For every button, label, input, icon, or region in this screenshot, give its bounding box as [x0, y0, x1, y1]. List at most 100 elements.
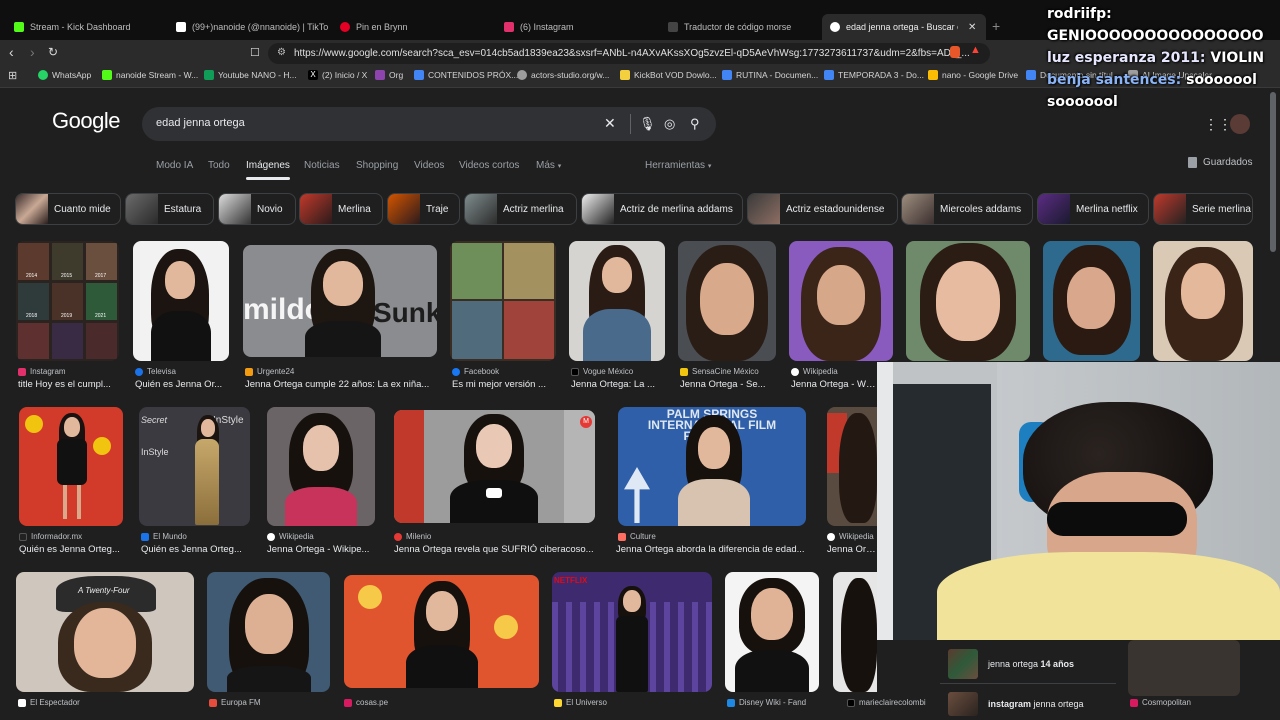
result-image-wikipedia[interactable] [267, 407, 375, 526]
result-image-milenio[interactable]: M [394, 410, 595, 523]
chip-novio[interactable]: Novio [218, 193, 296, 225]
apps-grid-icon[interactable]: ⋮⋮ [1204, 116, 1232, 133]
chip-actriz-merlina[interactable]: Actriz merlina [464, 193, 577, 225]
chip-merlina[interactable]: Merlina [299, 193, 383, 225]
chip-miercoles-addams[interactable]: Miercoles addams [901, 193, 1033, 225]
search-input[interactable]: edad jenna ortega [156, 117, 245, 129]
tab-imagenes[interactable]: Imágenes [246, 160, 290, 180]
back-icon[interactable]: ‹ [9, 44, 14, 60]
tab-google-search[interactable]: edad jenna ortega - Buscar con ✕ [822, 14, 986, 40]
related-image[interactable] [1128, 640, 1240, 696]
rewards-icon[interactable]: ▲ [970, 44, 981, 56]
result-image-marieclaire[interactable] [833, 572, 877, 692]
bookmark-whatsapp[interactable]: WhatsApp [38, 70, 91, 80]
reload-icon[interactable]: ↻ [48, 45, 58, 59]
related-search-item[interactable]: jenna ortega 14 años [940, 644, 1116, 684]
site-info-icon[interactable]: ⚙ [277, 47, 286, 58]
bookmark-kick[interactable]: nanoide Stream - W... [102, 70, 198, 80]
avatar[interactable] [1230, 114, 1250, 134]
bookmark-youtube[interactable]: Youtube NANO - H... [204, 70, 297, 80]
result-image-partial[interactable] [827, 407, 877, 526]
scrollbar[interactable] [1270, 92, 1276, 252]
related-search-item[interactable]: instagram jenna ortega [940, 688, 1116, 720]
result-image-closeup[interactable] [678, 241, 776, 361]
result-title[interactable]: Es mi mejor versión ... [452, 379, 554, 390]
google-logo[interactable]: Google [52, 108, 120, 134]
result-title[interactable]: Jenna Ortega cumple 22 años: La ex niña.… [245, 379, 435, 390]
result-title[interactable]: Jenna Ortega - Wikipe... [267, 544, 375, 555]
bookmark-rutina[interactable]: RUTINA - Documen... [722, 70, 818, 80]
bookmark-drive[interactable]: nano - Google Drive [928, 70, 1018, 80]
bookmark-org[interactable]: Org [375, 70, 403, 80]
bookmark-actors-studio[interactable]: actors-studio.org/w... [517, 70, 609, 80]
address-bar[interactable]: ⚙ https://www.google.com/search?sca_esv=… [268, 43, 990, 64]
bookmark-contenidos[interactable]: CONTENIDOS PRÓX... [414, 70, 518, 80]
new-tab-button[interactable]: + [992, 18, 1000, 34]
result-image-red-carpet[interactable] [19, 407, 123, 526]
bookmark-x[interactable]: X (2) Inicio / X [308, 70, 367, 80]
tab-modo-ia[interactable]: Modo IA [156, 160, 193, 171]
result-title[interactable]: Jenna Ortega - Wiki... [791, 379, 877, 390]
saved-button[interactable]: Guardados [1188, 157, 1252, 168]
result-image-longhair[interactable] [1153, 241, 1253, 361]
bookmark-kickbot[interactable]: KickBot VOD Dowlo... [620, 70, 717, 80]
face [698, 427, 730, 469]
result-title[interactable]: Jenna Ortega - Se... [680, 379, 774, 390]
tab-morse[interactable]: Traductor de código morse [660, 14, 820, 40]
bookmark-temporada[interactable]: TEMPORADA 3 - Do... [824, 70, 924, 80]
result-title[interactable]: Quién es Jenna Orteg... [141, 544, 245, 555]
result-title[interactable]: title Hoy es el cumpl... [18, 379, 118, 390]
result-title[interactable]: Jenna Ortega aborda la diferencia de eda… [616, 544, 810, 555]
result-image-hat[interactable]: A Twenty-Four [16, 572, 194, 692]
chip-actriz-estadounidense[interactable]: Actriz estadounidense [747, 193, 898, 225]
chip-actriz-merlina-addams[interactable]: Actriz de merlina addams [581, 193, 743, 225]
result-image-netflix[interactable]: NETFLIX [552, 572, 712, 692]
url-text: https://www.google.com/search?sca_esv=01… [294, 48, 970, 59]
tab-instagram[interactable]: (6) Instagram [496, 14, 656, 40]
result-image-cosas[interactable] [344, 575, 539, 688]
chip-estatura[interactable]: Estatura [125, 193, 214, 225]
result-image-disney[interactable] [725, 572, 819, 692]
apps-icon[interactable]: ⊞ [8, 69, 17, 82]
result-title[interactable]: Jenna Ortega: La ... [571, 379, 663, 390]
forward-icon[interactable]: › [30, 44, 35, 60]
clear-icon[interactable]: ✕ [604, 115, 616, 132]
microphone-icon[interactable]: 🎙 [639, 116, 656, 132]
result-image-grid[interactable] [450, 241, 556, 361]
brave-shield-icon[interactable] [950, 46, 960, 58]
close-tab-icon[interactable]: ✕ [968, 22, 976, 33]
tab-pinterest[interactable]: Pin en Brynn [332, 14, 492, 40]
tab-kick-dashboard[interactable]: Stream - Kick Dashboard [6, 14, 166, 40]
result-image-smile[interactable] [906, 241, 1030, 361]
search-icon[interactable]: ⚲ [690, 116, 700, 132]
tab-mas[interactable]: Más ▾ [536, 160, 561, 171]
result-image-event[interactable]: mildo Sunk [243, 245, 437, 357]
result-title[interactable]: Quién es Jenna Orteg... [19, 544, 123, 555]
result-title[interactable]: Quién es Jenna Or... [135, 379, 229, 390]
tools-button[interactable]: Herramientas ▾ [645, 160, 711, 171]
tab-shopping[interactable]: Shopping [356, 160, 398, 171]
search-box[interactable]: edad jenna ortega ✕ 🎙 ◎ ⚲ [142, 107, 716, 141]
result-image-denim[interactable] [569, 241, 665, 361]
tab-todo[interactable]: Todo [208, 160, 230, 171]
result-title[interactable]: Jenna Orteg [827, 544, 877, 555]
result-image-portrait[interactable] [133, 241, 229, 361]
result-image-purple[interactable] [789, 241, 893, 361]
tab-tiktok[interactable]: (99+)nanoide (@nnanoide) | TikTok [168, 14, 328, 40]
chip-merlina-netflix[interactable]: Merlina netflix [1037, 193, 1149, 225]
result-title[interactable]: Jenna Ortega revela que SUFRIÓ ciberacos… [394, 544, 599, 555]
lens-icon[interactable]: ◎ [664, 116, 675, 132]
result-image-instyle[interactable]: Secret InStyle InStyle [139, 407, 250, 526]
chip-serie-merlina[interactable]: Serie merlina [1153, 193, 1253, 225]
result-source: Wikipedia [791, 367, 881, 376]
chip-traje[interactable]: Traje [387, 193, 460, 225]
tab-videos-cortos[interactable]: Videos cortos [459, 160, 519, 171]
result-image-clips[interactable] [1043, 241, 1140, 361]
tab-videos[interactable]: Videos [414, 160, 444, 171]
tab-noticias[interactable]: Noticias [304, 160, 340, 171]
result-image-europafm[interactable] [207, 572, 330, 692]
result-image-collage[interactable]: 2014 2015 2017 2018 2019 2021 [16, 241, 119, 361]
chip-cuanto-mide[interactable]: Cuanto mide [15, 193, 121, 225]
result-image-palm-springs[interactable]: PALM SPRINGS INTERNATIONAL FILM FESTIVAL [618, 407, 806, 526]
bookmark-icon[interactable]: ☐ [250, 46, 260, 59]
